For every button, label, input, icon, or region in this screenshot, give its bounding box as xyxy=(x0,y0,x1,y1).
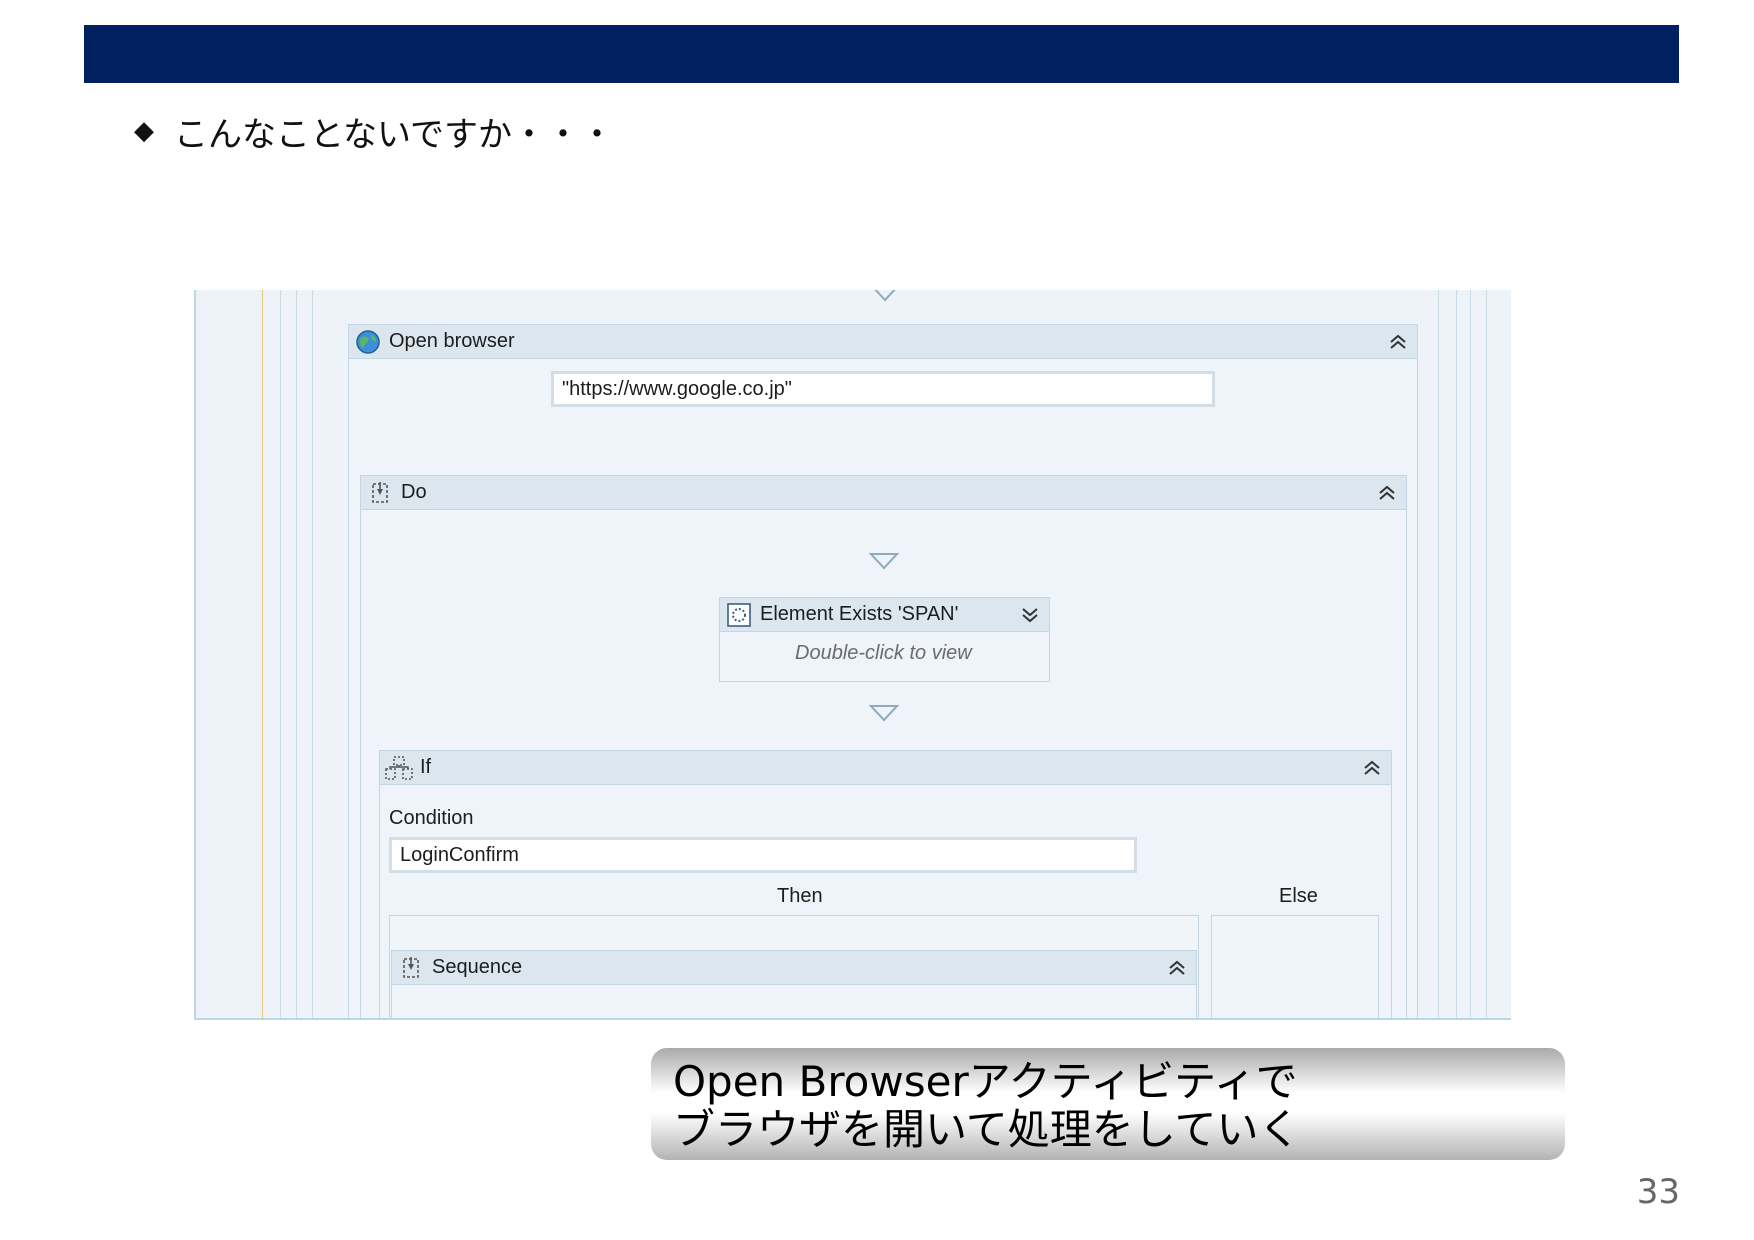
container-guide-line xyxy=(296,290,297,1020)
workflow-designer-canvas[interactable]: Open browser "https://www.google.co.jp" … xyxy=(194,290,1511,1020)
container-guide-line xyxy=(1438,290,1439,1020)
sequence-header[interactable]: Sequence xyxy=(392,951,1196,985)
container-guide-line xyxy=(280,290,281,1020)
globe-icon xyxy=(353,327,383,357)
do-sequence-header[interactable]: Do xyxy=(361,476,1406,510)
element-exists-activity[interactable]: Element Exists 'SPAN' Double-click to vi… xyxy=(719,597,1050,682)
if-title: If xyxy=(420,756,432,778)
open-browser-activity[interactable]: Open browser "https://www.google.co.jp" … xyxy=(348,324,1418,1020)
url-input[interactable]: "https://www.google.co.jp" xyxy=(551,371,1215,407)
condition-label: Condition xyxy=(389,807,474,829)
collapse-chevron-icon[interactable] xyxy=(1164,955,1190,981)
explanation-callout: Open Browserアクティビティで ブラウザを開いて処理をしていく xyxy=(651,1048,1565,1160)
collapse-chevron-icon[interactable] xyxy=(1385,329,1411,355)
diamond-bullet-icon: ◆ xyxy=(134,116,154,146)
if-header[interactable]: If xyxy=(380,751,1391,785)
else-label: Else xyxy=(1279,885,1318,907)
else-branch[interactable] xyxy=(1211,915,1379,1020)
collapse-chevron-icon[interactable] xyxy=(1359,755,1385,781)
do-sequence-title: Do xyxy=(401,481,427,503)
if-icon xyxy=(384,753,414,783)
open-browser-header[interactable]: Open browser xyxy=(349,325,1417,359)
callout-line-1: Open Browserアクティビティで xyxy=(673,1057,1298,1106)
sequence-activity[interactable]: Sequence xyxy=(391,950,1197,1020)
page-number: 33 xyxy=(1636,1172,1680,1212)
double-click-hint: Double-click to view xyxy=(795,642,972,664)
element-exists-header[interactable]: Element Exists 'SPAN' xyxy=(720,598,1049,632)
slide-bullet: ◆ こんなことないですか・・・ xyxy=(134,108,614,155)
condition-input[interactable]: LoginConfirm xyxy=(389,837,1137,873)
container-guide-line xyxy=(1486,290,1487,1020)
container-guide-line xyxy=(1470,290,1471,1020)
slide-header-bar xyxy=(84,25,1679,83)
element-exists-title: Element Exists 'SPAN' xyxy=(760,603,959,625)
do-sequence[interactable]: Do Element Exists 'SPAN' Double-click to… xyxy=(360,475,1407,1020)
element-exists-icon xyxy=(724,600,754,630)
then-label: Then xyxy=(777,885,823,907)
bullet-text: こんなことないですか・・・ xyxy=(174,114,614,155)
drop-target-arrow-icon[interactable] xyxy=(869,552,899,572)
sequence-icon xyxy=(365,478,395,508)
sequence-icon xyxy=(396,953,426,983)
then-branch[interactable]: Sequence xyxy=(389,915,1199,1020)
open-browser-title: Open browser xyxy=(389,330,515,352)
drop-target-arrow-icon[interactable] xyxy=(870,290,900,304)
container-guide-line xyxy=(312,290,313,1020)
if-activity[interactable]: If Condition LoginConfirm Then Else Sequ… xyxy=(379,750,1392,1020)
container-guide-line xyxy=(1456,290,1457,1020)
callout-line-2: ブラウザを開いて処理をしていく xyxy=(673,1105,1301,1154)
drop-target-arrow-icon[interactable] xyxy=(869,704,899,724)
container-guide-line xyxy=(262,290,263,1020)
expand-chevron-icon[interactable] xyxy=(1017,602,1043,628)
collapse-chevron-icon[interactable] xyxy=(1374,480,1400,506)
sequence-title: Sequence xyxy=(432,956,523,978)
